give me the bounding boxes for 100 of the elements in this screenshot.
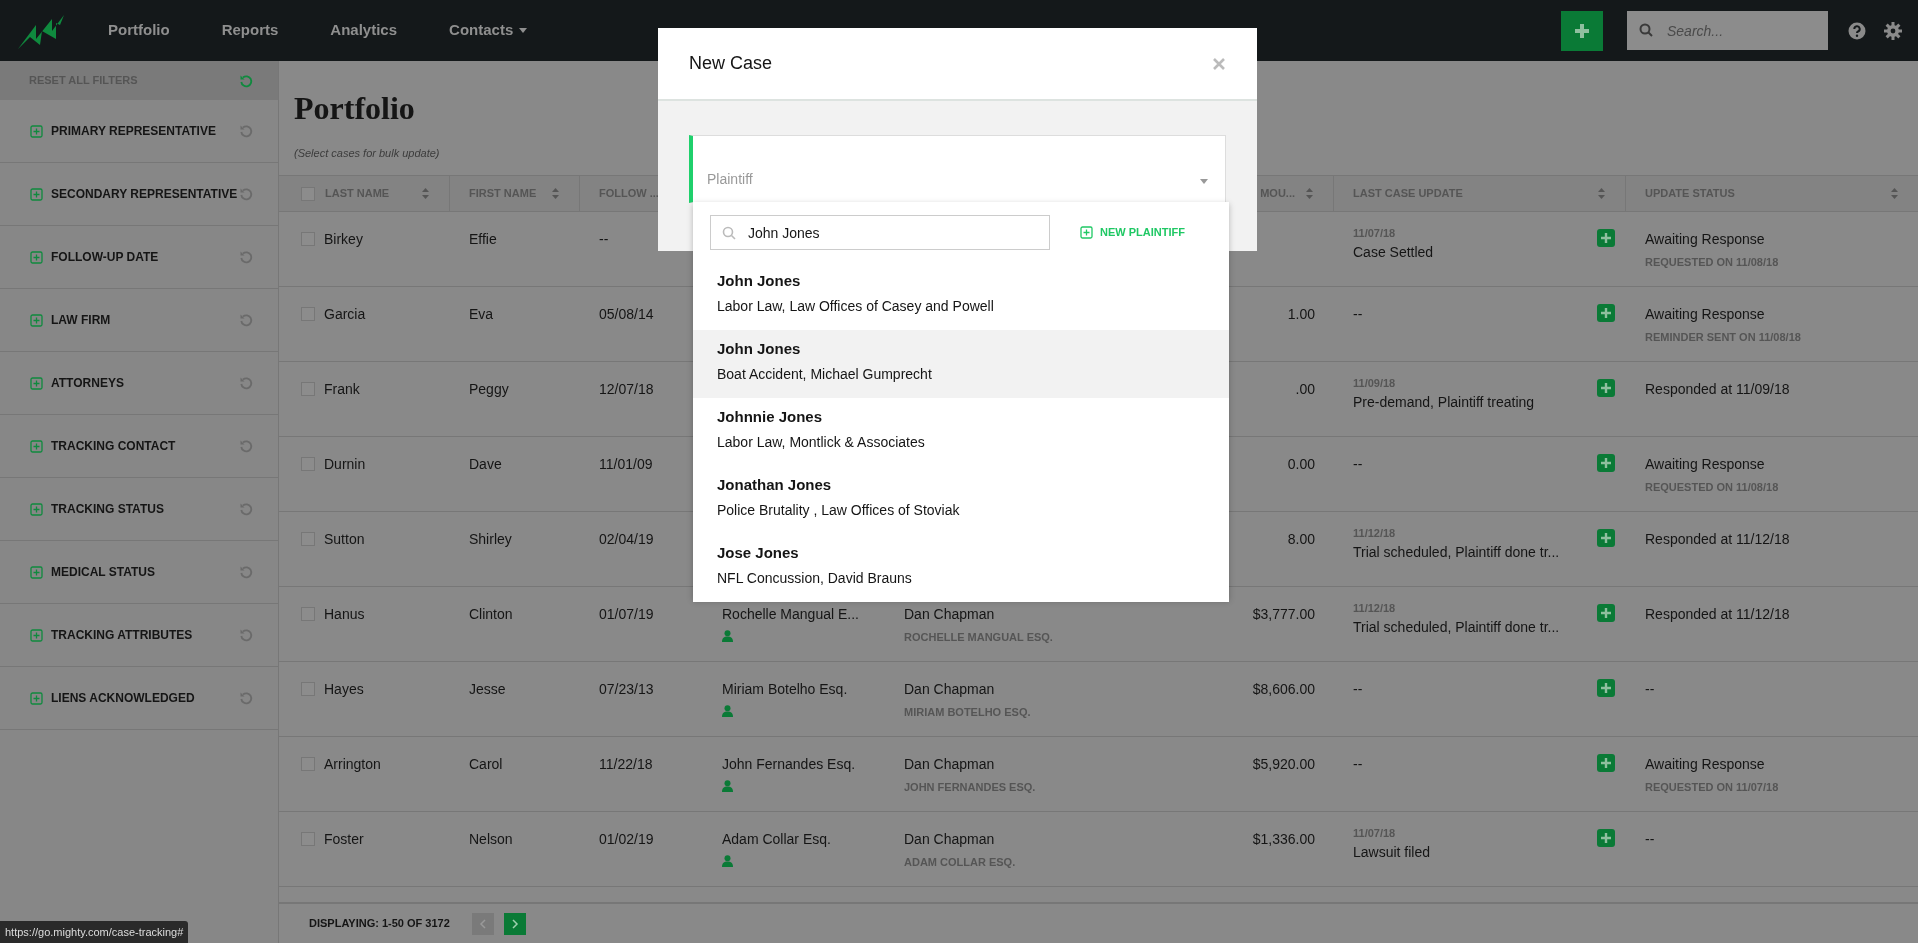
settings-button[interactable] <box>1884 21 1902 40</box>
table-cell-text: Birkey <box>324 230 363 249</box>
reset-icon <box>239 565 253 579</box>
table-cell-text: -- <box>1645 680 1655 699</box>
table-cell-text: Dave <box>469 455 502 474</box>
table-cell-text: Responded at 11/12/18 <box>1645 605 1790 624</box>
plaintiff-option[interactable]: John Jones Boat Accident, Michael Gumprecht <box>693 330 1229 398</box>
option-name: Johnnie Jones <box>717 407 824 427</box>
help-icon <box>1848 21 1866 40</box>
table-cell-text: Awaiting Response <box>1645 305 1765 324</box>
plus-icon <box>1601 233 1611 243</box>
sort-icon <box>1890 187 1899 200</box>
reset-icon <box>239 250 253 264</box>
person-icon <box>722 705 733 717</box>
table-cell-text: Frank <box>324 380 360 399</box>
filter-item[interactable]: ATTORNEYS <box>0 352 278 415</box>
table-cell-text: Hayes <box>324 680 364 699</box>
page-title: Portfolio <box>294 89 415 128</box>
add-update-button[interactable] <box>1597 454 1615 472</box>
sort-icon <box>1305 187 1314 200</box>
sort-icon <box>421 187 430 200</box>
table-cell-text: 1.00 <box>1287 305 1315 324</box>
option-detail: Labor Law, Montlick & Associates <box>717 433 926 451</box>
add-update-button[interactable] <box>1597 829 1615 847</box>
filter-item[interactable]: FOLLOW-UP DATE <box>0 226 278 289</box>
add-update-button[interactable] <box>1597 229 1615 247</box>
nav-link[interactable]: Portfolio <box>108 19 170 42</box>
plaintiff-option[interactable]: Jose Jones NFL Concussion, David Brauns <box>693 534 1229 602</box>
table-cell-text: .00 <box>1295 380 1315 399</box>
nav-link[interactable]: Contacts <box>449 19 528 42</box>
expand-icon <box>30 628 43 642</box>
add-icon <box>1080 226 1093 239</box>
filter-item[interactable]: PRIMARY REPRESENTATIVE <box>0 100 278 163</box>
option-detail: Boat Accident, Michael Gumprecht <box>717 365 933 383</box>
filter-item[interactable]: LIENS ACKNOWLEDGED <box>0 667 278 730</box>
plaintiff-option[interactable]: Jonathan Jones Police Brutality , Law Offices of Stoviak <box>693 466 1229 534</box>
add-update-button[interactable] <box>1597 304 1615 322</box>
status-url: https://go.mighty.com/case-tracking# <box>0 920 189 943</box>
table-cell-text: $5,920.00 <box>1252 755 1315 774</box>
table-cell-text: Sutton <box>324 530 365 549</box>
nav-link[interactable]: Reports <box>221 19 279 42</box>
table-cell-text: 11/01/09 <box>599 455 653 474</box>
filter-item[interactable]: SECONDARY REPRESENTATIVE <box>0 163 278 226</box>
table-cell-text: Responded at 11/09/18 <box>1645 380 1790 399</box>
table-cell-text: Awaiting Response <box>1645 230 1765 249</box>
close-button[interactable] <box>1213 57 1225 70</box>
plus-icon <box>1601 383 1611 393</box>
nav-link[interactable]: Analytics <box>330 19 398 42</box>
search-field[interactable]: John Jones <box>710 215 1050 250</box>
table-cell-text: 07/23/13 <box>599 680 654 699</box>
table-cell-text: Adam Collar Esq. <box>722 830 831 849</box>
add-update-button[interactable] <box>1597 754 1615 772</box>
plus-icon <box>1601 308 1611 318</box>
table-cell-text: Rochelle Mangual E... <box>722 605 859 624</box>
filter-item[interactable]: LAW FIRM <box>0 289 278 352</box>
table-cell-text: Foster <box>324 830 364 849</box>
person-icon <box>722 630 733 642</box>
filter-item[interactable]: TRACKING STATUS <box>0 478 278 541</box>
search-field[interactable]: Search... <box>1627 11 1828 50</box>
table-cell-text: 01/02/19 <box>599 830 654 849</box>
sort-icon <box>1597 187 1606 200</box>
table-cell-text: Case Settled <box>1353 242 1435 262</box>
add-update-button[interactable] <box>1597 379 1615 397</box>
pagination-summary: DISPLAYING: 1-50 OF 3172 <box>309 916 450 932</box>
table-cell-text: Dan Chapman <box>904 755 995 774</box>
add-update-button[interactable] <box>1597 529 1615 547</box>
plaintiff-option[interactable]: John Jones Labor Law, Law Offices of Casey and Powell <box>693 262 1229 330</box>
table-cell-text: Durnin <box>324 455 366 474</box>
close-icon <box>1213 57 1225 70</box>
add-update-button[interactable] <box>1597 604 1615 622</box>
filter-item[interactable]: TRACKING ATTRIBUTES <box>0 604 278 667</box>
option-name: Jose Jones <box>717 543 800 563</box>
table-cell-text: 8.00 <box>1287 530 1315 549</box>
plus-icon <box>1601 833 1611 843</box>
expand-icon <box>30 376 43 390</box>
table-cell-text: Arrington <box>324 755 381 774</box>
page-subtitle: (Select cases for bulk update) <box>294 146 440 161</box>
reset-icon <box>239 313 253 327</box>
filter-item[interactable]: TRACKING CONTACT <box>0 415 278 478</box>
table-cell-text: 11/22/18 <box>599 755 653 774</box>
filter-item[interactable]: MEDICAL STATUS <box>0 541 278 604</box>
table-cell-text: Trial scheduled, Plaintiff done tr... <box>1353 542 1561 562</box>
table-cell-text: Dan Chapman <box>904 605 995 624</box>
add-button[interactable] <box>1561 10 1603 51</box>
page-button[interactable] <box>503 912 526 935</box>
option-detail: NFL Concussion, David Brauns <box>717 569 913 587</box>
table-cell-text: Responded at 11/12/18 <box>1645 530 1790 549</box>
table-cell-text: $3,777.00 <box>1252 605 1315 624</box>
plus-icon <box>1574 22 1590 39</box>
table-cell-text: -- <box>599 230 609 249</box>
add-update-button[interactable] <box>1597 679 1615 697</box>
table-cell-text: Nelson <box>469 830 513 849</box>
table-cell-text: Lawsuit filed <box>1353 842 1432 862</box>
expand-icon <box>30 124 43 138</box>
plaintiff-option[interactable]: Johnnie Jones Labor Law, Montlick & Associates <box>693 398 1229 466</box>
expand-icon <box>30 439 43 453</box>
expand-icon <box>30 313 43 327</box>
expand-icon <box>30 502 43 516</box>
help-button[interactable] <box>1848 21 1866 40</box>
reset-icon <box>239 439 253 453</box>
